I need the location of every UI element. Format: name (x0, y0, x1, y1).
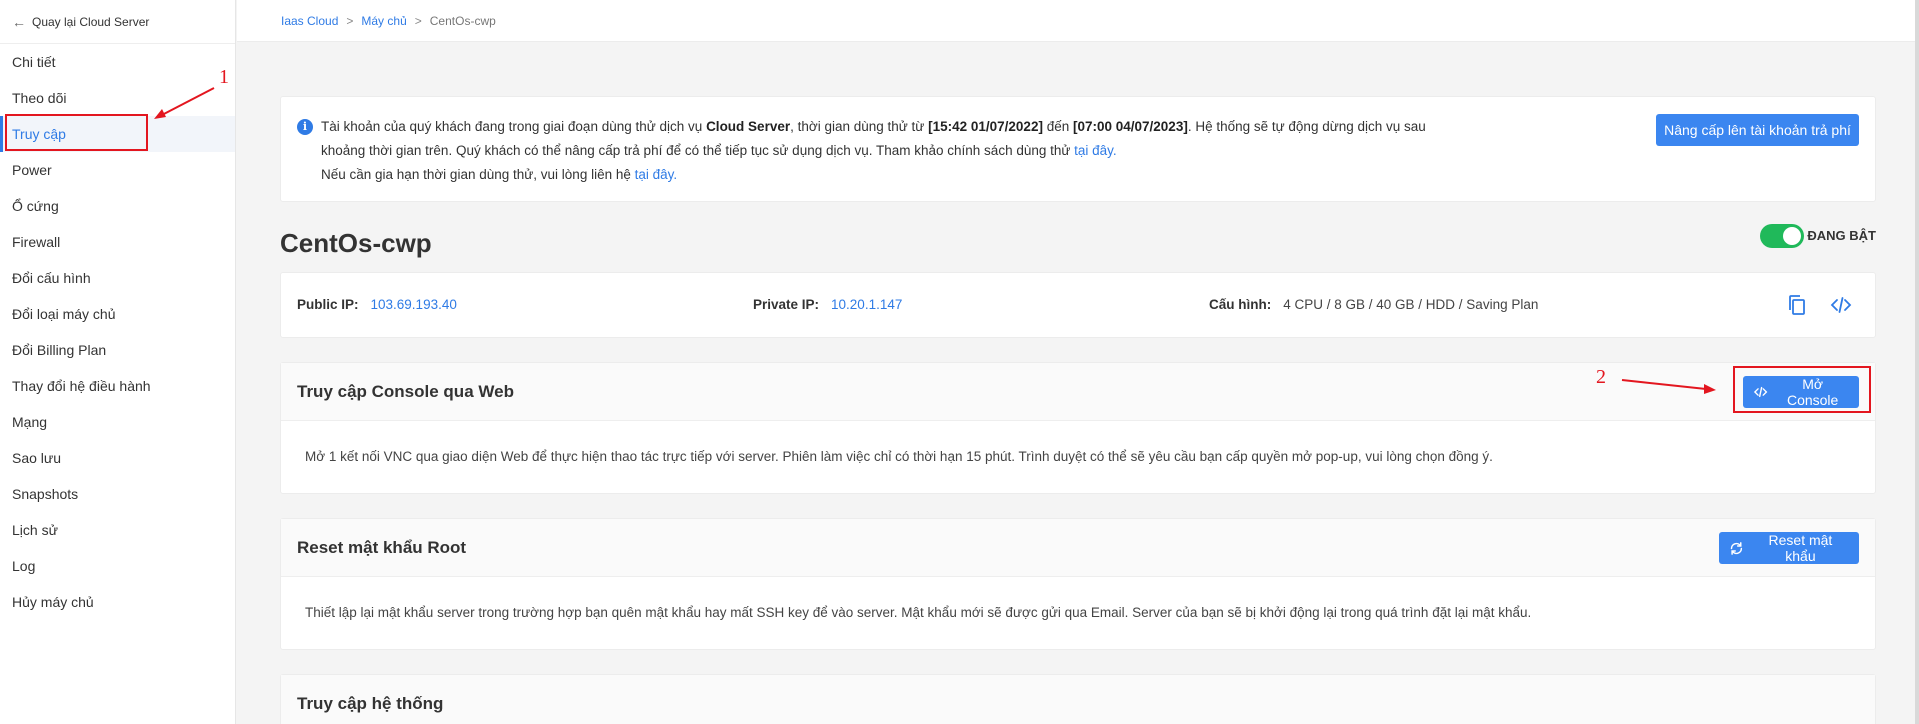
arrow-left-icon: ← (12, 13, 26, 30)
annotation-number-1: 1 (219, 66, 229, 88)
sidebar-item-doi-cau-hinh[interactable]: Đổi cấu hình (0, 260, 235, 296)
code-icon[interactable] (1829, 293, 1853, 317)
public-ip-field: Public IP: 103.69.193.40 (297, 297, 457, 312)
notice-line-2: khoảng thời gian trên. Quý khách có thể … (321, 143, 1117, 158)
sidebar-item-sao-luu[interactable]: Sao lưu (0, 440, 235, 476)
breadcrumb-may-chu[interactable]: Máy chủ (361, 14, 406, 28)
sidebar-item-mang[interactable]: Mạng (0, 404, 235, 440)
notice-line-1: Tài khoản của quý khách đang trong giai … (321, 119, 1426, 134)
annotation-box-2 (1733, 366, 1871, 413)
power-toggle[interactable] (1760, 224, 1804, 248)
info-icon: i (297, 119, 313, 135)
main-content: i Tài khoản của quý khách đang trong gia… (280, 96, 1876, 724)
private-ip-value[interactable]: 10.20.1.147 (831, 297, 902, 312)
reset-password-button[interactable]: Reset mật khẩu (1719, 532, 1859, 564)
breadcrumb-iaas-cloud[interactable]: Iaas Cloud (281, 14, 338, 28)
system-section-header: Truy cập hệ thống (281, 675, 1875, 724)
public-ip-value[interactable]: 103.69.193.40 (371, 297, 457, 312)
upgrade-account-button[interactable]: Nâng cấp lên tài khoản trả phí (1656, 114, 1859, 146)
annotation-arrow-2 (1621, 379, 1716, 394)
sidebar-item-snapshots[interactable]: Snapshots (0, 476, 235, 512)
breadcrumb: Iaas Cloud > Máy chủ > CentOs-cwp (237, 0, 1919, 42)
sidebar-item-firewall[interactable]: Firewall (0, 224, 235, 260)
config-field: Cấu hình: 4 CPU / 8 GB / 40 GB / HDD / Sa… (1209, 297, 1539, 312)
sidebar-item-doi-billing-plan[interactable]: Đổi Billing Plan (0, 332, 235, 368)
breadcrumb-current: CentOs-cwp (429, 13, 496, 28)
breadcrumb-separator: > (414, 13, 422, 28)
reset-description: Thiết lập lại mật khẩu server trong trườ… (305, 605, 1532, 620)
trial-notice: i Tài khoản của quý khách đang trong gia… (280, 96, 1876, 202)
sidebar-item-doi-loai-may-chu[interactable]: Đổi loại máy chủ (0, 296, 235, 332)
sidebar-item-log[interactable]: Log (0, 548, 235, 584)
sidebar-item-lich-su[interactable]: Lịch sử (0, 512, 235, 548)
copy-icon[interactable] (1785, 293, 1809, 317)
private-ip-field: Private IP: 10.20.1.147 (753, 297, 903, 312)
sidebar-item-huy-may-chu[interactable]: Hủy máy chủ (0, 584, 235, 620)
sidebar-item-o-cung[interactable]: Ổ cứng (0, 188, 235, 224)
annotation-number-2: 2 (1596, 366, 1606, 388)
reset-password-section: Reset mật khẩu Root Reset mật khẩu Thiết… (280, 518, 1876, 650)
reset-section-title: Reset mật khẩu Root (297, 537, 467, 557)
sidebar-item-chi-tiet[interactable]: Chi tiết (0, 44, 235, 80)
reset-password-label: Reset mật khẩu (1768, 532, 1833, 564)
system-access-section: Truy cập hệ thống (280, 674, 1876, 724)
power-status-label: ĐANG BẬT (1807, 228, 1876, 243)
server-header: CentOs-cwp (280, 202, 1876, 272)
page-title: CentOs-cwp (280, 228, 432, 258)
trial-policy-link[interactable]: tại đây. (1074, 143, 1117, 158)
reset-section-header: Reset mật khẩu Root Reset mật khẩu (281, 519, 1875, 577)
refresh-icon (1730, 541, 1743, 555)
config-value: 4 CPU / 8 GB / 40 GB / HDD / Saving Plan (1283, 297, 1539, 312)
window-edge (1915, 0, 1919, 724)
contact-link[interactable]: tại đây. (635, 167, 678, 182)
breadcrumb-separator: > (346, 13, 354, 28)
back-label: Quay lại Cloud Server (32, 14, 150, 29)
sidebar-item-thay-doi-he-dieu-hanh[interactable]: Thay đổi hệ điều hành (0, 368, 235, 404)
server-info-card: Public IP: 103.69.193.40 Private IP: 10.20… (280, 272, 1876, 338)
back-to-cloud-server-link[interactable]: ← Quay lại Cloud Server (0, 0, 235, 44)
sidebar-item-power[interactable]: Power (0, 152, 235, 188)
system-section-title: Truy cập hệ thống (297, 694, 444, 713)
annotation-box-1 (5, 114, 148, 151)
notice-line-3: Nếu cần gia hạn thời gian dùng thử, vui … (321, 167, 678, 182)
console-section-title: Truy cập Console qua Web (297, 381, 514, 401)
console-description: Mở 1 kết nối VNC qua giao diện Web để th… (305, 449, 1493, 464)
annotation-arrow-1 (154, 87, 215, 119)
